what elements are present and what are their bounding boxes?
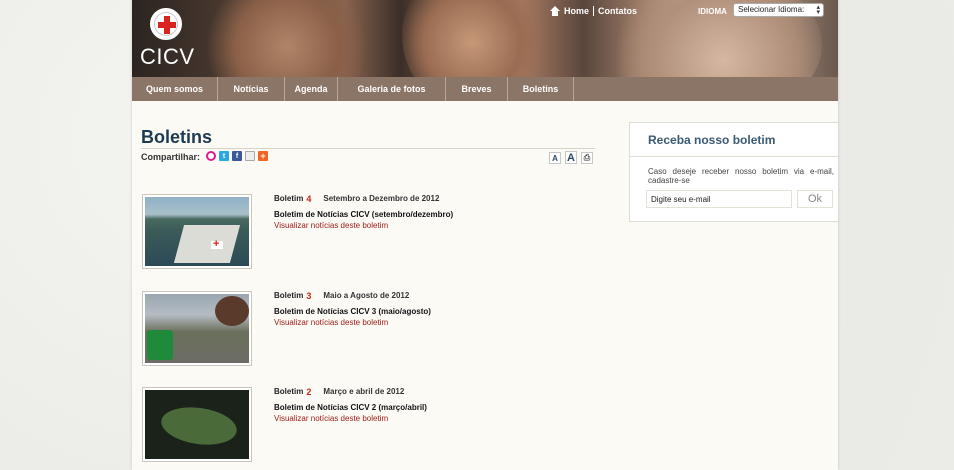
entry-number: 4 (306, 194, 312, 204)
entry-heading: Boletim 2 Março e abril de 2012 (274, 387, 404, 397)
main-nav: Quem somos Notícias Agenda Galeria de fo… (132, 77, 838, 101)
nav-item-breves[interactable]: Breves (446, 77, 508, 101)
nav-item-quem-somos[interactable]: Quem somos (132, 77, 218, 101)
facebook-icon[interactable]: f (232, 151, 242, 161)
language-select[interactable]: Selecionar Idioma: ▴ ▾ (733, 3, 824, 17)
print-icon[interactable]: ⎙ (581, 152, 593, 164)
nav-item-galeria-de-fotos[interactable]: Galeria de fotos (338, 77, 446, 101)
view-news-link[interactable]: Visualizar notícias deste boletim (274, 221, 388, 230)
list-item: Boletim 4 Setembro a Dezembro de 2012 Bo… (142, 194, 596, 274)
font-tools: A A ⎙ (549, 151, 593, 164)
entry-title: Boletim de Notícias CICV (setembro/dezem… (274, 210, 454, 219)
entry-label: Boletim (274, 194, 304, 203)
share-label: Compartilhar: (141, 152, 201, 162)
page-container: CICV Home Contatos IDIOMA Selecionar Idi… (132, 0, 840, 470)
entry-label: Boletim (274, 387, 304, 396)
entry-title: Boletim de Notícias CICV 3 (maio/agosto) (274, 307, 431, 316)
entry-title: Boletim de Notícias CICV 2 (março/abril) (274, 403, 427, 412)
nav-item-boletins[interactable]: Boletins (508, 77, 574, 101)
entry-period: Maio a Agosto de 2012 (323, 291, 410, 300)
entry-label: Boletim (274, 291, 304, 300)
page-title: Boletins (141, 127, 213, 147)
nav-item-agenda[interactable]: Agenda (285, 77, 338, 101)
newsletter-ok-button[interactable]: Ok (797, 190, 833, 208)
twitter-icon[interactable]: t (219, 151, 229, 161)
entry-period: Março e abril de 2012 (323, 387, 405, 396)
boletim-thumbnail[interactable] (142, 291, 252, 366)
boletim-thumbnail[interactable] (142, 387, 252, 462)
view-news-link[interactable]: Visualizar notícias deste boletim (274, 318, 388, 327)
home-link[interactable]: Home (564, 6, 589, 16)
share-icons: t f + (206, 151, 268, 161)
home-icon[interactable] (550, 6, 560, 16)
orkut-icon[interactable] (206, 151, 216, 161)
list-item: Boletim 3 Maio a Agosto de 2012 Boletim … (142, 291, 596, 371)
header-banner: CICV Home Contatos IDIOMA Selecionar Idi… (132, 0, 838, 77)
banner-photo-face (202, 0, 372, 77)
select-arrows-icon: ▴ ▾ (816, 4, 820, 16)
share-more-icon[interactable]: + (258, 151, 268, 161)
title-divider (141, 148, 595, 149)
list-item: Boletim 2 Março e abril de 2012 Boletim … (142, 387, 596, 467)
entry-period: Setembro a Dezembro de 2012 (323, 194, 440, 203)
boletim-thumbnail[interactable] (142, 194, 252, 269)
red-cross-emblem-icon[interactable] (150, 8, 182, 40)
font-decrease-button[interactable]: A (549, 152, 561, 164)
newsletter-divider (630, 156, 840, 157)
language-select-value: Selecionar Idioma: (738, 5, 805, 14)
language-label: IDIOMA (698, 7, 727, 16)
top-links-divider (593, 6, 595, 16)
banner-photo-face (402, 0, 542, 77)
newsletter-email-input[interactable] (646, 190, 792, 208)
site-logo-text[interactable]: CICV (140, 44, 195, 70)
entry-number: 3 (306, 291, 312, 301)
font-increase-button[interactable]: A (565, 151, 577, 164)
newsletter-title: Receba nosso boletim (648, 133, 776, 147)
contacts-link[interactable]: Contatos (598, 6, 637, 16)
email-icon[interactable] (245, 151, 255, 161)
nav-item-noticias[interactable]: Notícias (218, 77, 285, 101)
entry-heading: Boletim 3 Maio a Agosto de 2012 (274, 291, 409, 301)
newsletter-description: Caso deseje receber nosso boletim via e-… (648, 167, 834, 185)
newsletter-box: Receba nosso boletim Caso deseje receber… (629, 122, 840, 222)
entry-heading: Boletim 4 Setembro a Dezembro de 2012 (274, 194, 439, 204)
entry-number: 2 (306, 387, 312, 397)
view-news-link[interactable]: Visualizar notícias deste boletim (274, 414, 388, 423)
